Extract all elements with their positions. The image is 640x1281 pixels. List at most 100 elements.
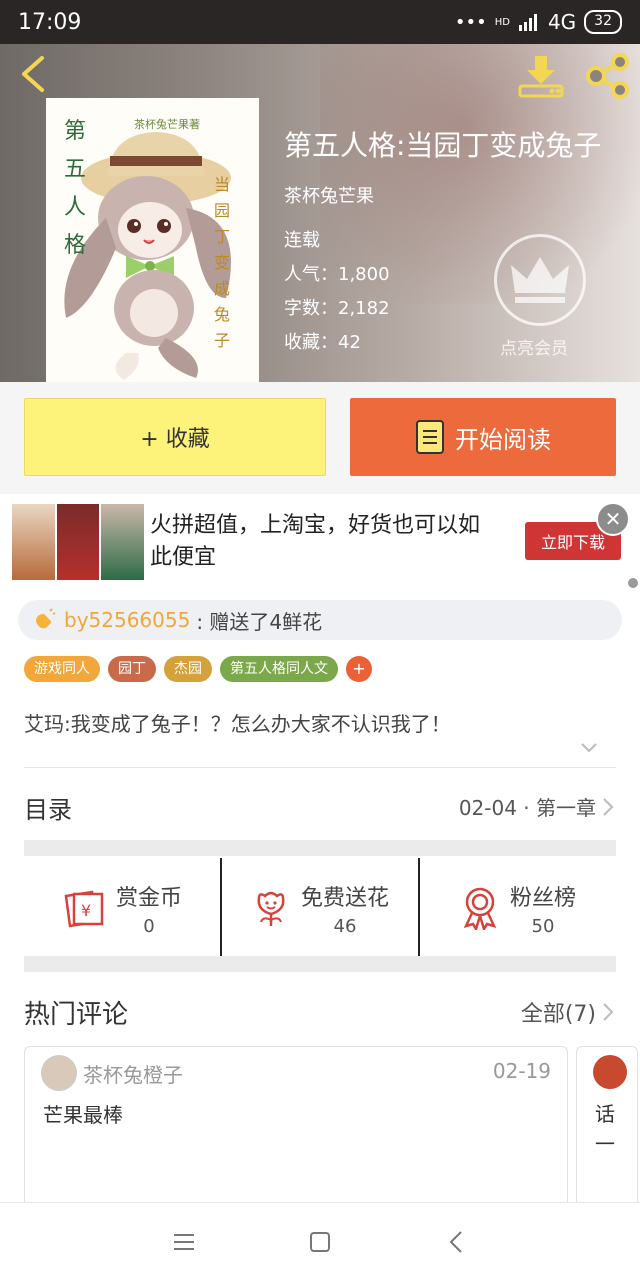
flower-gift-message: : 赠送了4鲜花: [196, 609, 323, 634]
ad-photo-1: [12, 504, 55, 580]
stat-free-flowers[interactable]: 免费送花 46: [220, 858, 418, 958]
svg-text:¥: ¥: [81, 901, 91, 920]
book-icon: [416, 420, 444, 454]
stat-fans-value: 50: [531, 915, 555, 937]
hot-comments-title: 热门评论: [24, 1000, 129, 1030]
red-envelope-icon: ¥: [64, 890, 104, 928]
book-word-count: 字数：2,182: [284, 298, 390, 319]
back-arrow-icon[interactable]: [14, 54, 54, 94]
book-cover[interactable]: 第 五 人 格 茶杯兔芒果著 当 园 丁 变 成 兔 子: [46, 98, 259, 382]
stat-fans-label: 粉丝榜: [509, 885, 576, 911]
ad-mark-icon: [628, 578, 638, 588]
action-row: + 收藏 开始阅读: [0, 382, 640, 492]
cover-text-left-2: 五: [64, 157, 86, 182]
stat-flowers-value: 46: [333, 915, 357, 937]
toc-latest-label: 02-04 · 第一章: [458, 796, 596, 820]
ad-photo-3: [101, 504, 145, 580]
cover-text-right-1: 当: [214, 175, 230, 194]
battery-icon: 32: [584, 10, 622, 34]
stats-row: ¥ 赏金币 0 免费送花 46 粉丝榜 50: [24, 858, 616, 958]
book-summary: 艾玛:我变成了兔子！？怎么办大家不认识我了！: [24, 712, 451, 736]
ad-banner[interactable]: 火拼超值，上淘宝，好货也可以如此便宜 立即下载: [0, 494, 640, 590]
tag-gardener[interactable]: 园丁: [108, 656, 156, 682]
cover-illustration: 第 五 人 格 茶杯兔芒果著 当 园 丁 变 成 兔 子: [46, 98, 259, 382]
home-square-icon: [310, 1232, 330, 1252]
back-icon: [449, 1231, 462, 1253]
status-dots: •••: [454, 11, 487, 33]
stat-fan-ranking[interactable]: 粉丝榜 50: [418, 858, 616, 958]
applause-icon: [36, 608, 56, 629]
avatar[interactable]: [41, 1055, 77, 1091]
comment-card[interactable]: 话 一: [576, 1046, 638, 1218]
stat-reward-value: 0: [143, 915, 155, 937]
section-separator: [24, 956, 616, 972]
toc-title[interactable]: 目录: [24, 790, 72, 825]
cover-text-left-4: 格: [64, 233, 86, 258]
add-tag-button[interactable]: +: [346, 656, 372, 682]
menu-button[interactable]: [171, 1229, 197, 1255]
tag-list: 游戏同人 园丁 杰园 第五人格同人文 +: [24, 656, 372, 682]
book-detail-content: by52566055 : 赠送了4鲜花 游戏同人 园丁 杰园 第五人格同人文 +…: [0, 590, 640, 1218]
stat-flowers-label: 免费送花: [300, 885, 389, 911]
hd-label: HD: [494, 16, 510, 28]
share-icon[interactable]: [584, 52, 632, 100]
comment-card[interactable]: 茶杯兔橙子 02-19 芒果最棒: [24, 1046, 568, 1218]
start-reading-button[interactable]: 开始阅读: [350, 398, 616, 476]
tag-identity-v-fanfic[interactable]: 第五人格同人文: [220, 656, 338, 682]
status-time: 17:09: [18, 9, 82, 35]
system-nav-bar: [0, 1202, 640, 1281]
home-button[interactable]: [307, 1229, 333, 1255]
menu-icon: [174, 1234, 194, 1250]
cover-text-left-3: 人: [64, 195, 86, 220]
book-popularity: 人气：1,800: [284, 264, 390, 285]
divider: [24, 767, 616, 768]
cover-text-left-1: 第: [64, 119, 86, 144]
ad-text: 火拼超值，上淘宝，好货也可以如此便宜: [150, 513, 481, 570]
all-comments-link[interactable]: 全部(7): [521, 996, 614, 1028]
stat-reward-coins[interactable]: ¥ 赏金币 0: [24, 858, 220, 958]
tag-game-fanfic[interactable]: 游戏同人: [24, 656, 100, 682]
book-author[interactable]: 茶杯兔芒果: [284, 182, 374, 208]
cover-text-right-6: 兔: [214, 305, 230, 324]
book-title: 第五人格:当园丁变成兔子: [284, 129, 602, 162]
comment-user[interactable]: 茶杯兔橙子: [83, 1059, 183, 1088]
cover-text-right-5: 成: [214, 279, 230, 298]
cover-text-top: 茶杯兔芒果著: [134, 117, 200, 131]
flower-gift-user[interactable]: by52566055: [64, 608, 190, 632]
book-status: 连载: [284, 230, 320, 251]
avatar[interactable]: [593, 1055, 627, 1089]
vip-badge[interactable]: [494, 234, 586, 326]
network-label: 4G: [547, 10, 577, 34]
ad-close-button[interactable]: ✕: [596, 502, 630, 536]
cover-text-right-7: 子: [214, 331, 230, 350]
status-bar: 17:09 ••• HD 4G 32: [0, 0, 640, 44]
all-comments-label: 全部(7): [520, 1002, 596, 1027]
expand-chevron-icon[interactable]: [580, 742, 598, 754]
add-favorite-button[interactable]: + 收藏: [24, 398, 326, 476]
cover-text-right-3: 丁: [214, 227, 230, 246]
medal-icon: [463, 887, 497, 930]
chevron-right-icon: [603, 1003, 614, 1021]
flower-icon: [257, 891, 285, 926]
comment-text: 芒果最棒: [43, 1103, 123, 1127]
cover-text-right-2: 园: [214, 201, 230, 220]
status-icons: ••• HD 4G 32: [455, 10, 622, 34]
comment-text: 话 一: [595, 1102, 615, 1156]
ad-image: [12, 504, 145, 580]
tag-jieyuan[interactable]: 杰园: [164, 656, 212, 682]
stat-reward-label: 赏金币: [115, 885, 182, 911]
comment-date: 02-19: [492, 1059, 551, 1083]
section-separator: [24, 840, 616, 856]
book-favorites: 收藏：42: [284, 332, 361, 353]
crown-icon: [511, 257, 569, 303]
vip-label[interactable]: 点亮会员: [500, 334, 568, 359]
book-header: 第 五 人 格 茶杯兔芒果著 当 园 丁 变 成 兔 子 第五人格:当园丁变成兔…: [0, 44, 640, 382]
download-icon[interactable]: [516, 52, 566, 98]
ad-photo-2: [56, 504, 100, 580]
start-reading-label: 开始阅读: [455, 425, 551, 454]
signal-icon: [518, 14, 537, 31]
toc-latest-chapter[interactable]: 02-04 · 第一章: [459, 792, 614, 821]
back-button[interactable]: [443, 1229, 469, 1255]
chevron-right-icon: [603, 797, 614, 816]
flower-gift-bar[interactable]: by52566055 : 赠送了4鲜花: [18, 600, 622, 640]
